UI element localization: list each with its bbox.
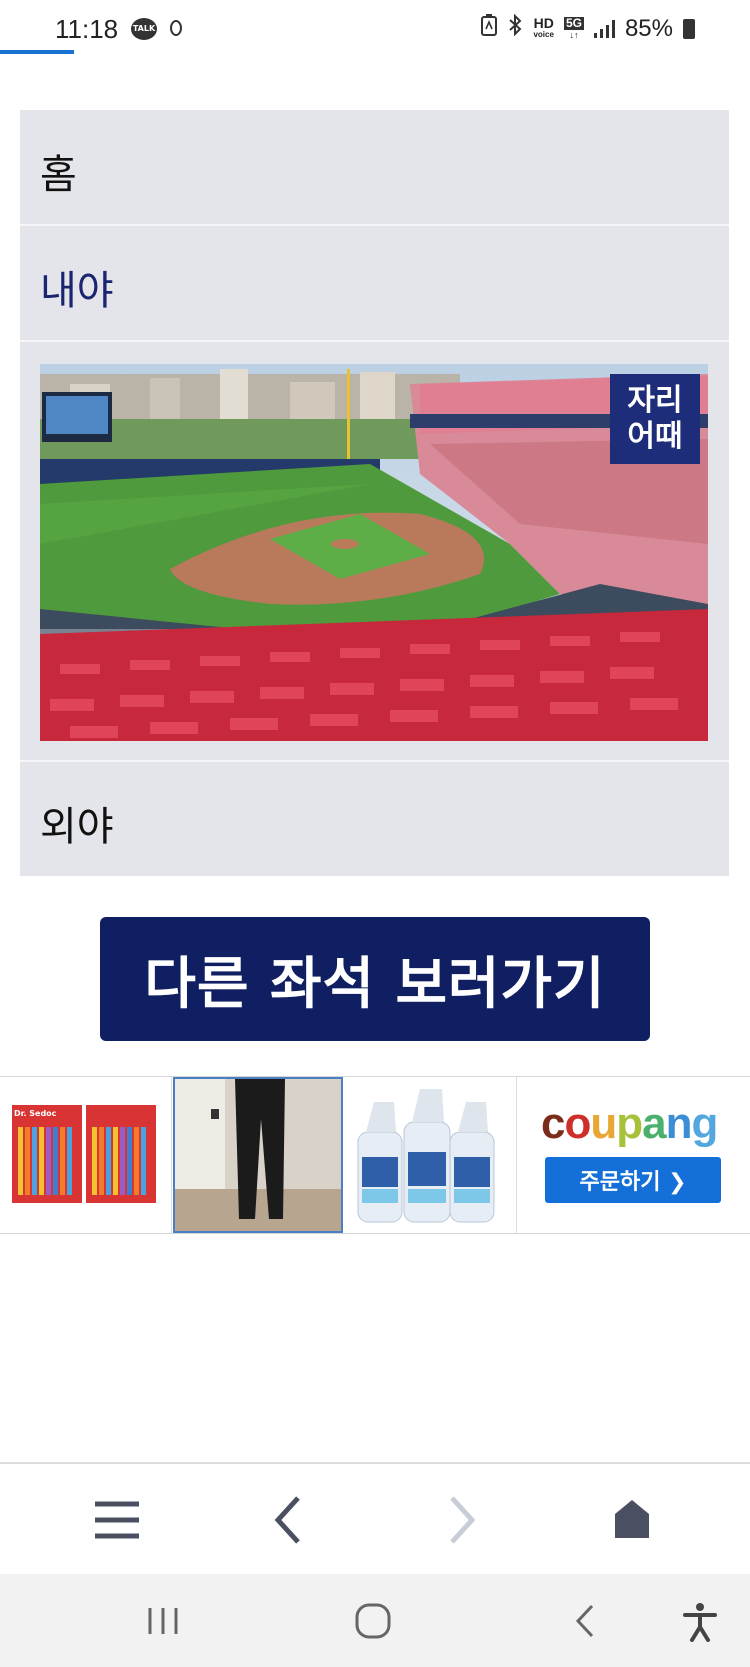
voice-label: voice	[533, 29, 554, 39]
ad-spray-bottles[interactable]	[344, 1077, 514, 1233]
page-load-progress	[0, 50, 74, 54]
photo-badge-line1: 자리	[627, 383, 683, 418]
menu-item-infield[interactable]: 내야	[20, 226, 729, 340]
browser-bottom-nav	[0, 1462, 750, 1574]
menu-item-home-label: 홈	[40, 152, 77, 198]
status-time: 11:18	[55, 14, 119, 44]
5g-indicator: 5G ↓↑	[563, 15, 584, 40]
home-circle-icon[interactable]	[348, 1596, 398, 1646]
menu-icon[interactable]	[87, 1490, 147, 1550]
photo-badge-line2: 어때	[627, 419, 683, 454]
menu-item-outfield-label: 외야	[40, 804, 114, 850]
battery-percent: 85%	[624, 14, 673, 42]
bluetooth-icon	[507, 13, 523, 43]
toothbrush-brand-label: Dr. Sedoc	[14, 1109, 57, 1118]
home-icon[interactable]	[602, 1490, 662, 1550]
ad-banner-strip: Dr. Sedoc coupang coup	[0, 1076, 750, 1234]
divider	[20, 340, 729, 342]
coupang-logo: coupang	[541, 1099, 718, 1148]
section-menu-panel: 홈 내야 자리 어때 외야	[20, 110, 729, 876]
stadium-seat-photo[interactable]: 자리 어때	[40, 364, 708, 741]
ad-coupang[interactable]: coupang coupang 주문하기 ❯	[516, 1077, 750, 1233]
notification-dot-icon	[170, 20, 182, 36]
accessibility-icon[interactable]	[675, 1596, 725, 1646]
photo-badge: 자리 어때	[610, 374, 700, 464]
hd-voice-indicator: HD voice	[533, 14, 554, 40]
system-nav-bar	[0, 1574, 750, 1667]
recents-icon[interactable]	[138, 1596, 188, 1646]
back-icon[interactable]	[260, 1490, 320, 1550]
signal-icon	[593, 19, 615, 38]
view-other-seats-button[interactable]: 다른 좌석 보러가기	[100, 917, 650, 1041]
ad-toothbrush[interactable]: Dr. Sedoc	[0, 1077, 172, 1233]
status-bar: 11:18 TALK HD voice 5G ↓↑ 85%	[0, 0, 750, 60]
system-back-icon[interactable]	[560, 1596, 610, 1646]
battery-saver-icon	[481, 14, 498, 43]
kakaotalk-notification-icon: TALK	[131, 18, 157, 40]
menu-item-outfield[interactable]: 외야	[20, 762, 729, 876]
order-button[interactable]: 주문하기 ❯	[545, 1157, 721, 1203]
ad-pants[interactable]	[173, 1077, 343, 1233]
hd-label: HD	[533, 14, 554, 31]
status-right-group: HD voice 5G ↓↑ 85%	[481, 13, 695, 43]
battery-icon	[683, 18, 695, 39]
forward-icon[interactable]	[430, 1490, 490, 1550]
menu-item-infield-label: 내야	[40, 268, 114, 314]
5g-label: 5G	[563, 15, 584, 30]
menu-item-home[interactable]: 홈	[20, 110, 729, 224]
